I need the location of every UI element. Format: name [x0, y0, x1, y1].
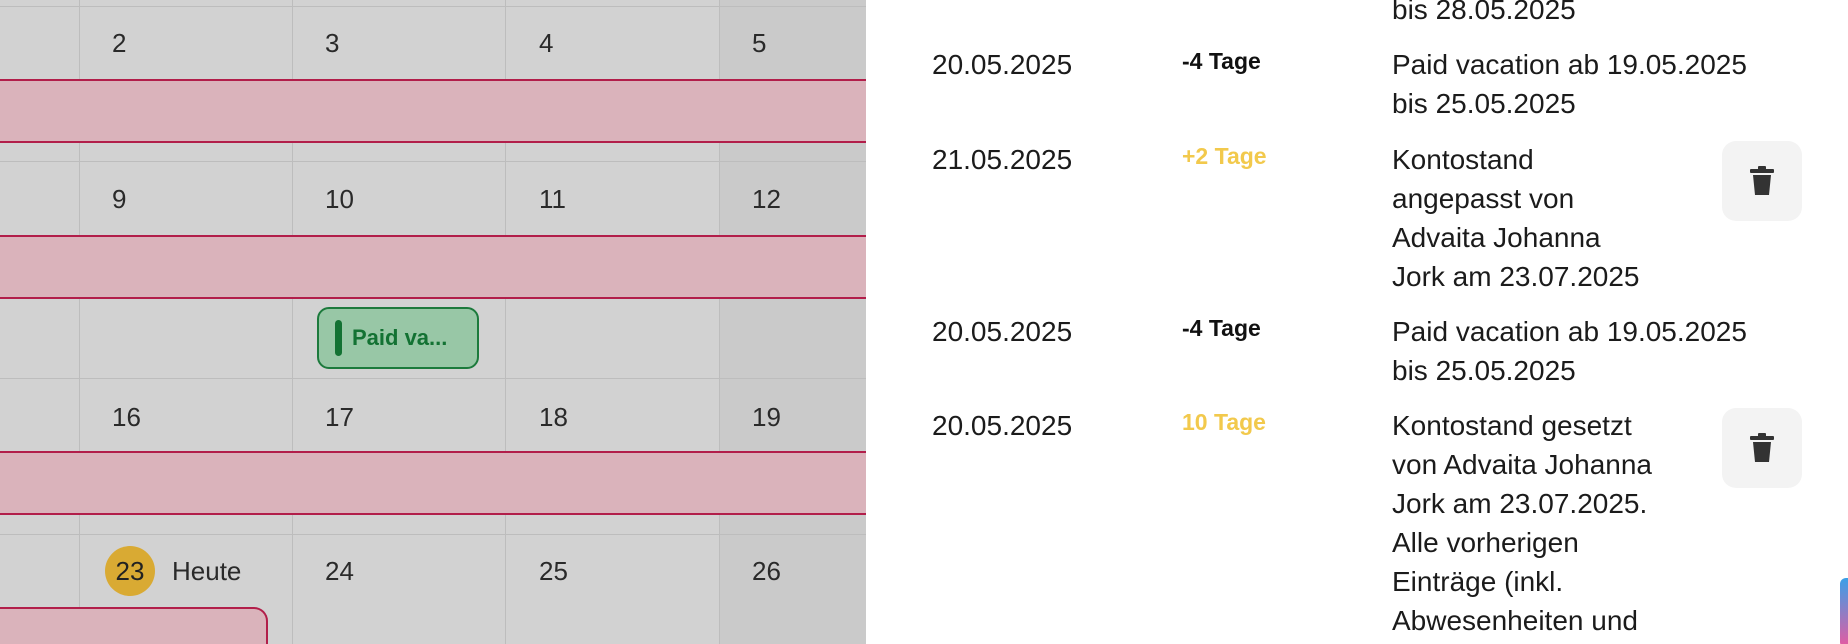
day-number[interactable]: 25 — [539, 556, 568, 587]
today-day-number[interactable]: 23 — [105, 546, 155, 596]
day-number[interactable]: 4 — [539, 28, 553, 59]
day-number[interactable]: 16 — [112, 402, 141, 433]
day-number[interactable]: 19 — [752, 402, 781, 433]
day-number[interactable]: 18 — [539, 402, 568, 433]
trash-icon — [1750, 166, 1774, 195]
entry-date: 21.05.2025 — [932, 144, 1073, 175]
entry-description: Kontostand angepasst von Advaita Johanna… — [1392, 144, 1640, 292]
entry-delta: -4 Tage — [1182, 315, 1261, 341]
day-number[interactable]: 11 — [539, 184, 566, 215]
delete-entry-button[interactable] — [1722, 141, 1802, 221]
holiday-band[interactable] — [0, 79, 866, 143]
event-label: Paid va... — [352, 325, 448, 350]
day-number[interactable]: 9 — [112, 184, 126, 215]
entry-delta: +2 Tage — [1182, 143, 1267, 169]
day-number[interactable]: 2 — [112, 28, 126, 59]
entry-date: 20.05.2025 — [932, 49, 1073, 80]
day-number[interactable]: 10 — [325, 184, 354, 215]
entry-description: bis 28.05.2025 — [1392, 0, 1576, 25]
entry-description: Kontostand gesetzt von Advaita Johanna J… — [1392, 410, 1652, 636]
day-number[interactable]: 5 — [752, 28, 766, 59]
day-number[interactable]: 24 — [325, 556, 354, 587]
entry-description: Paid vacation ab 19.05.2025 bis 25.05.20… — [1392, 49, 1747, 119]
event-color-bar — [335, 320, 342, 356]
week-row: 16 17 18 19 — [0, 380, 866, 452]
scroll-indicator[interactable] — [1840, 578, 1848, 644]
week-row: 9 10 11 12 — [0, 160, 866, 235]
entry-date: 20.05.2025 — [932, 410, 1073, 441]
day-number[interactable]: 12 — [752, 184, 781, 215]
holiday-band[interactable] — [0, 607, 268, 644]
holiday-band[interactable] — [0, 235, 866, 299]
entry-delta: -4 Tage — [1182, 48, 1261, 74]
day-number[interactable]: 3 — [325, 28, 339, 59]
vacation-event-chip[interactable]: Paid va... — [317, 307, 479, 369]
holiday-band[interactable] — [0, 451, 866, 515]
day-number[interactable]: 26 — [752, 556, 781, 587]
today-label: Heute — [172, 556, 242, 586]
entry-delta: 10 Tage — [1182, 409, 1266, 435]
delete-entry-button[interactable] — [1722, 408, 1802, 488]
entry-description: Paid vacation ab 19.05.2025 bis 25.05.20… — [1392, 316, 1747, 386]
day-number[interactable]: 17 — [325, 402, 354, 433]
entry-date: 20.05.2025 — [932, 316, 1073, 347]
trash-icon — [1750, 433, 1774, 462]
calendar-grid: 2 3 4 5 9 10 11 12 Paid va... 16 17 18 1… — [0, 0, 866, 644]
week-row: 2 3 4 5 — [0, 0, 866, 80]
balance-history-panel: bis 28.05.2025 20.05.2025 -4 Tage Paid v… — [866, 0, 1848, 644]
